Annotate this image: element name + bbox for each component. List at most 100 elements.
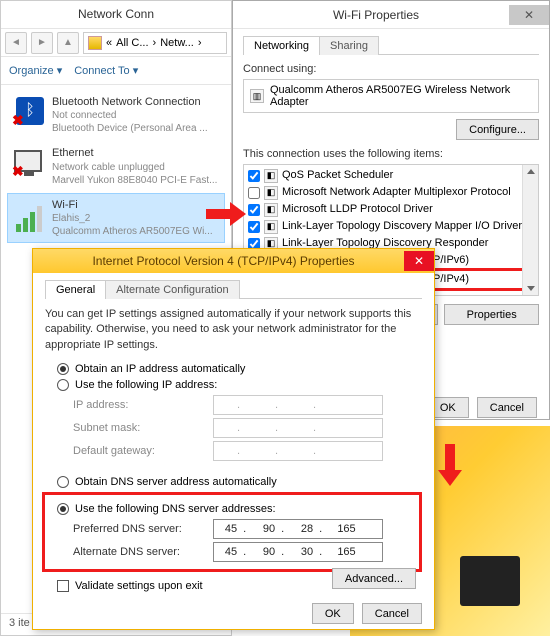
connection-ethernet[interactable]: ✖ Ethernet Network cable unplugged Marve…: [7, 141, 225, 191]
item-label: Link-Layer Topology Discovery Mapper I/O…: [282, 218, 522, 235]
items-label: This connection uses the following items…: [243, 148, 539, 160]
radio-label: Use the following DNS server addresses:: [75, 503, 276, 515]
conn-name: Bluetooth Network Connection: [52, 95, 208, 109]
preferred-dns-field[interactable]: 459028165: [213, 519, 383, 539]
alternate-dns-field[interactable]: 459030165: [213, 542, 383, 562]
checkbox[interactable]: [248, 221, 260, 233]
radio-label: Use the following IP address:: [75, 379, 217, 391]
protocol-icon: ◧: [264, 186, 278, 200]
breadcrumb-chev2: ›: [198, 37, 202, 49]
ip-address-label: IP address:: [73, 399, 213, 411]
item-multiplexor[interactable]: ◧ Microsoft Network Adapter Multiplexor P…: [246, 184, 536, 201]
item-lldp[interactable]: ◧ Microsoft LLDP Protocol Driver: [246, 201, 536, 218]
adapter-name: Qualcomm Atheros AR5007EG Wireless Netwo…: [270, 84, 532, 108]
tab-sharing[interactable]: Sharing: [319, 36, 379, 55]
preferred-dns-label: Preferred DNS server:: [73, 523, 213, 535]
annotation-arrow-right: [206, 202, 246, 224]
window-title: Internet Protocol Version 4 (TCP/IPv4) P…: [43, 254, 404, 268]
alternate-dns-label: Alternate DNS server:: [73, 546, 213, 558]
radio-obtain-ip-auto[interactable]: Obtain an IP address automatically: [57, 363, 422, 375]
ethernet-icon: ✖: [14, 146, 46, 178]
scrollbar[interactable]: [522, 165, 538, 295]
item-label: QoS Packet Scheduler: [282, 167, 393, 184]
dns-highlight-box: Use the following DNS server addresses: …: [42, 492, 422, 572]
checkbox[interactable]: [248, 204, 260, 216]
conn-name: Wi-Fi: [52, 198, 213, 212]
protocol-icon: ◧: [264, 169, 278, 183]
tab-strip: Networking Sharing: [243, 35, 539, 55]
annotation-arrow-down: [438, 444, 462, 488]
protocol-icon: ◧: [264, 203, 278, 217]
ipv4-properties-window: Internet Protocol Version 4 (TCP/IPv4) P…: [32, 248, 435, 630]
conn-device: Marvell Yukon 88E8040 PCI-E Fast...: [52, 174, 217, 187]
subnet-mask-label: Subnet mask:: [73, 422, 213, 434]
cancel-button[interactable]: Cancel: [477, 397, 537, 418]
breadcrumb-sep: «: [106, 37, 112, 49]
item-label: Microsoft LLDP Protocol Driver: [282, 201, 433, 218]
conn-device: Qualcomm Atheros AR5007EG Wi...: [52, 225, 213, 238]
item-qos[interactable]: ◧ QoS Packet Scheduler: [246, 167, 536, 184]
close-button[interactable]: ✕: [404, 251, 434, 271]
gateway-label: Default gateway:: [73, 445, 213, 457]
cancel-button[interactable]: Cancel: [362, 603, 422, 624]
tab-general[interactable]: General: [45, 280, 106, 299]
window-title: Wi-Fi Properties: [243, 8, 509, 22]
forward-button[interactable]: ►: [31, 32, 53, 54]
wifi-icon: [14, 198, 46, 230]
checkbox[interactable]: [248, 187, 260, 199]
item-label: Microsoft Network Adapter Multiplexor Pr…: [282, 184, 511, 201]
description-text: You can get IP settings assigned automat…: [45, 307, 422, 353]
radio-label: Obtain DNS server address automatically: [75, 476, 277, 488]
connection-bluetooth[interactable]: ᛒ✖ Bluetooth Network Connection Not conn…: [7, 90, 225, 140]
ip-address-field: [213, 395, 383, 415]
organize-menu[interactable]: Organize ▾: [9, 64, 62, 77]
titlebar: Wi-Fi Properties ✕: [233, 1, 549, 29]
adapter-field: ▥ Qualcomm Atheros AR5007EG Wireless Net…: [243, 79, 539, 113]
breadcrumb-all[interactable]: All C...: [116, 37, 148, 49]
conn-status: Network cable unplugged: [52, 161, 217, 174]
radio-use-ip[interactable]: Use the following IP address:: [57, 379, 422, 391]
breadcrumb-chev: ›: [153, 37, 157, 49]
checkbox-icon: [57, 580, 69, 592]
adapter-icon: ▥: [250, 89, 264, 103]
advanced-button[interactable]: Advanced...: [332, 568, 416, 589]
configure-button[interactable]: Configure...: [456, 119, 539, 140]
checkbox[interactable]: [248, 170, 260, 182]
item-lltd-mapper[interactable]: ◧ Link-Layer Topology Discovery Mapper I/…: [246, 218, 536, 235]
conn-status: Elahis_2: [52, 212, 213, 225]
radio-icon: [57, 363, 69, 375]
back-button[interactable]: ◄: [5, 32, 27, 54]
up-button[interactable]: ▲: [57, 32, 79, 54]
nav-bar: ◄ ► ▲ « All C... › Netw... ›: [1, 29, 231, 57]
subnet-mask-field: [213, 418, 383, 438]
conn-name: Ethernet: [52, 146, 217, 160]
connect-using-label: Connect using:: [243, 63, 539, 75]
desktop-shadow: [460, 556, 520, 606]
radio-obtain-dns-auto[interactable]: Obtain DNS server address automatically: [57, 476, 422, 488]
gateway-field: [213, 441, 383, 461]
radio-label: Obtain an IP address automatically: [75, 363, 245, 375]
validate-label: Validate settings upon exit: [75, 580, 203, 592]
radio-icon: [57, 503, 69, 515]
radio-icon: [57, 379, 69, 391]
titlebar: Internet Protocol Version 4 (TCP/IPv4) P…: [33, 249, 434, 273]
connection-wifi[interactable]: Wi-Fi Elahis_2 Qualcomm Atheros AR5007EG…: [7, 193, 225, 243]
close-button[interactable]: ✕: [509, 5, 549, 25]
folder-icon: [88, 36, 102, 50]
tab-strip: General Alternate Configuration: [45, 279, 422, 299]
connect-to-menu[interactable]: Connect To ▾: [74, 64, 138, 77]
ok-button[interactable]: OK: [312, 603, 354, 624]
protocol-icon: ◧: [264, 220, 278, 234]
breadcrumb-netw[interactable]: Netw...: [160, 37, 194, 49]
radio-icon: [57, 476, 69, 488]
address-bar[interactable]: « All C... › Netw... ›: [83, 32, 227, 54]
bluetooth-icon: ᛒ✖: [14, 95, 46, 127]
tab-networking[interactable]: Networking: [243, 36, 320, 55]
window-title: Network Conn: [1, 1, 231, 29]
radio-use-dns[interactable]: Use the following DNS server addresses:: [57, 503, 415, 515]
connections-list: ᛒ✖ Bluetooth Network Connection Not conn…: [1, 85, 231, 248]
toolbar: Organize ▾ Connect To ▾: [1, 57, 231, 85]
properties-button[interactable]: Properties: [444, 304, 539, 325]
tab-alternate[interactable]: Alternate Configuration: [105, 280, 240, 299]
conn-device: Bluetooth Device (Personal Area ...: [52, 122, 208, 135]
